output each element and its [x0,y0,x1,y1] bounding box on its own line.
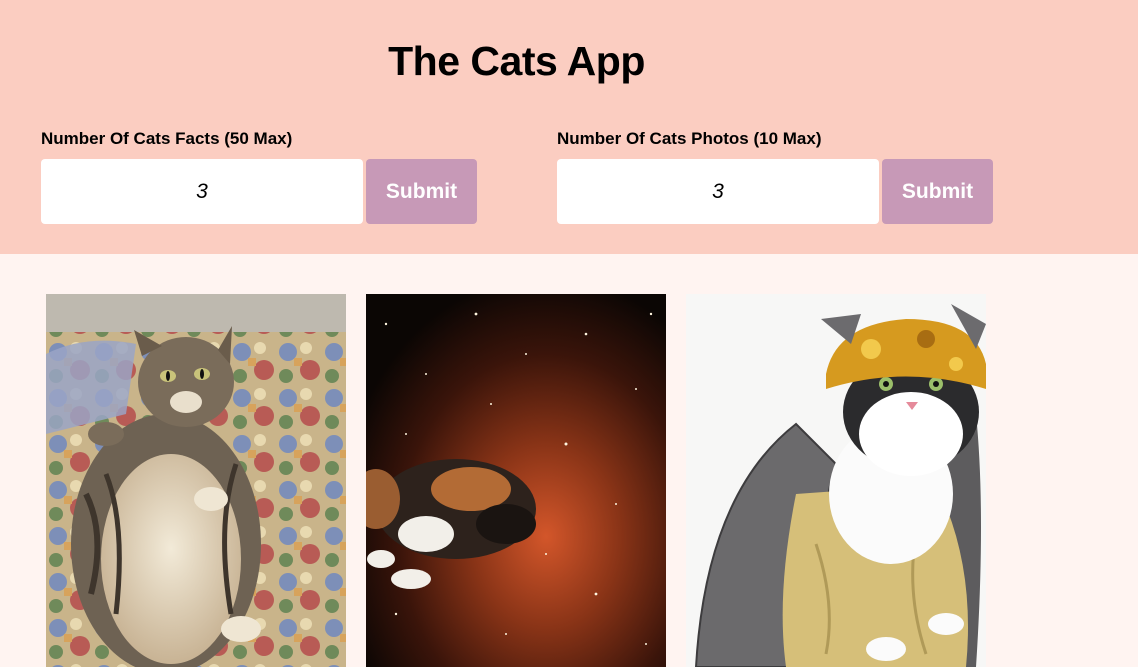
cat-facts-form: Number Of Cats Facts (50 Max) Submit [41,128,477,224]
cat-photos-row: Submit [557,159,997,224]
page-title: The Cats App [388,38,645,84]
cat-facts-submit-button[interactable]: Submit [366,159,477,224]
cat-photo [366,294,666,667]
header: The Cats App Number Of Cats Facts (50 Ma… [0,0,1138,254]
cat-facts-count-input[interactable] [41,159,363,224]
costumed-cat-image [686,294,986,667]
cat-facts-row: Submit [41,159,481,224]
cat-photos-count-input[interactable] [557,159,879,224]
space-cat-image [366,294,666,667]
cat-photos-label: Number Of Cats Photos (10 Max) [557,129,822,148]
cat-photos-submit-button[interactable]: Submit [882,159,993,224]
cat-photos-form: Number Of Cats Photos (10 Max) Submit [557,128,993,224]
tabby-cat-image [46,294,346,667]
cat-photo [46,294,346,667]
cat-photo [686,294,986,667]
cat-facts-label: Number Of Cats Facts (50 Max) [41,129,293,148]
